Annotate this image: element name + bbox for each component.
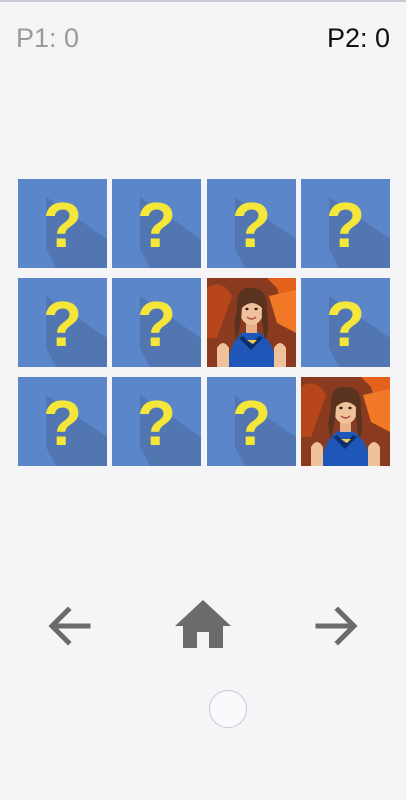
question-mark-icon: ? — [326, 189, 365, 261]
card-back: ? — [112, 179, 202, 268]
question-mark-icon: ? — [43, 387, 82, 459]
memory-card-hidden[interactable]: ? — [112, 179, 202, 268]
card-back: ? — [300, 278, 390, 367]
superhero-girl-picture — [206, 278, 296, 367]
superhero-girl-picture — [300, 377, 390, 466]
player1-score: P1: 0 — [16, 23, 80, 53]
memory-card-hidden[interactable]: ? — [18, 377, 107, 466]
card-back: ? — [300, 179, 390, 268]
memory-card-hidden[interactable]: ? — [18, 278, 107, 367]
player2-score: P2: 0 — [326, 23, 390, 53]
svg-text:?: ? — [232, 387, 271, 459]
card-back: ? — [18, 377, 107, 466]
svg-text:?: ? — [43, 288, 82, 360]
svg-text:?: ? — [137, 189, 176, 261]
memory-card-revealed[interactable] — [300, 377, 390, 466]
svg-text:?: ? — [43, 189, 82, 261]
memory-card-hidden[interactable]: ? — [18, 179, 107, 268]
memory-card-hidden[interactable]: ? — [112, 278, 202, 367]
card-back: ? — [206, 179, 296, 268]
memory-card-hidden[interactable]: ? — [300, 278, 390, 367]
home-button[interactable] — [173, 596, 233, 656]
memory-card-board: ? ? ? ? ? ? ? ? ? ? — [18, 179, 390, 467]
question-mark-icon: ? — [326, 288, 365, 360]
question-mark-icon: ? — [43, 189, 82, 261]
question-mark-icon: ? — [137, 189, 176, 261]
memory-card-hidden[interactable]: ? — [112, 377, 202, 466]
svg-text:?: ? — [43, 387, 82, 459]
memory-card-revealed[interactable] — [206, 278, 296, 367]
status-bar-divider — [0, 0, 406, 2]
memory-card-hidden[interactable]: ? — [300, 179, 390, 268]
svg-text:?: ? — [137, 387, 176, 459]
back-button[interactable] — [40, 596, 100, 656]
svg-text:?: ? — [137, 288, 176, 360]
question-mark-icon: ? — [232, 189, 271, 261]
home-icon — [175, 600, 231, 648]
card-back: ? — [18, 179, 107, 268]
forward-button[interactable] — [306, 596, 366, 656]
memory-card-hidden[interactable]: ? — [206, 179, 296, 268]
card-back: ? — [112, 278, 202, 367]
svg-text:?: ? — [326, 288, 365, 360]
svg-text:?: ? — [326, 189, 365, 261]
system-home-button[interactable] — [209, 690, 247, 728]
svg-text:?: ? — [232, 189, 271, 261]
question-mark-icon: ? — [43, 288, 82, 360]
memory-card-hidden[interactable]: ? — [206, 377, 296, 466]
card-back: ? — [206, 377, 296, 466]
card-back: ? — [112, 377, 202, 466]
arrow-left-icon — [48, 606, 91, 646]
question-mark-icon: ? — [137, 387, 176, 459]
question-mark-icon: ? — [137, 288, 176, 360]
question-mark-icon: ? — [232, 387, 271, 459]
card-back: ? — [18, 278, 107, 367]
arrow-right-icon — [315, 606, 358, 646]
